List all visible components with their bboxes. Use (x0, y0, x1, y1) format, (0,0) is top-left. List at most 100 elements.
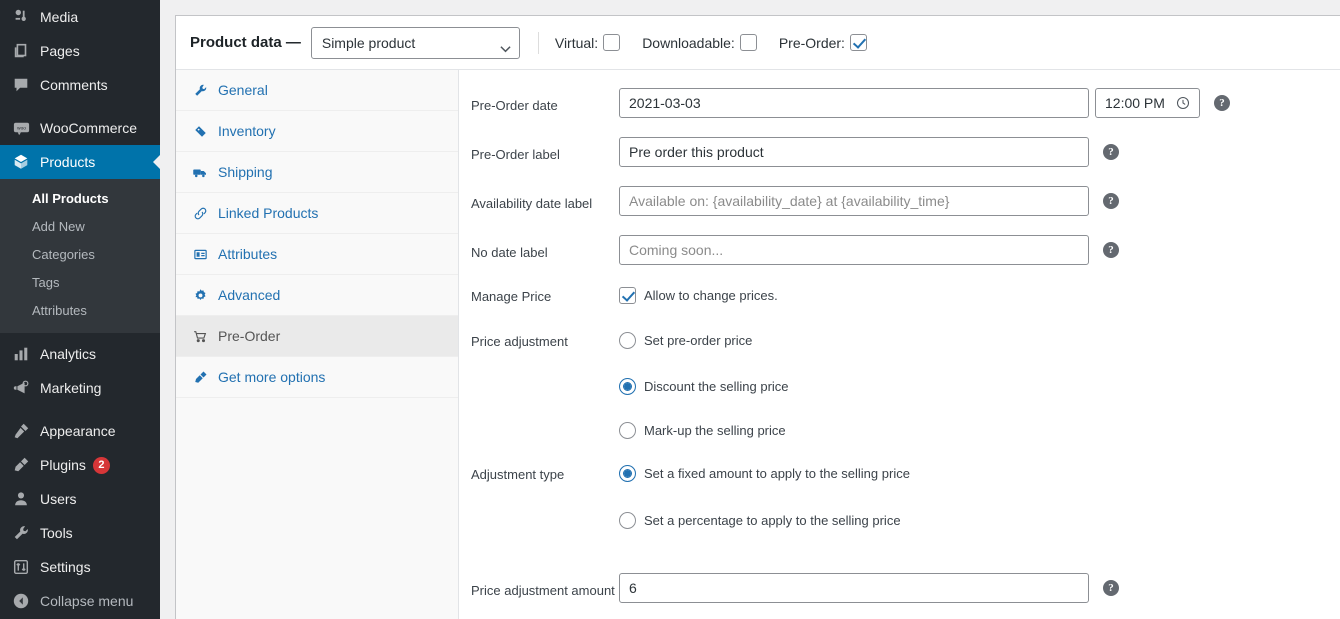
preorder-label-help-icon[interactable]: ? (1103, 144, 1119, 160)
tab-attributes[interactable]: Attributes (176, 234, 458, 275)
availability-date-label-input[interactable]: Available on: {availability_date} at {av… (619, 186, 1089, 216)
field-preorder-date: Pre-Order date 2021-03-03 12:00 PM ? (459, 88, 1340, 118)
radio-label: Set a percentage to apply to the selling… (644, 513, 901, 528)
collapse-icon (11, 591, 31, 611)
sidebar-item-categories[interactable]: Categories (0, 241, 160, 269)
wrench-icon (191, 81, 209, 99)
preorder-checkbox[interactable] (849, 34, 867, 51)
sidebar-item-collapse-menu[interactable]: Collapse menu (0, 584, 160, 618)
adjustment-type-option-percentage[interactable]: Set a percentage to apply to the selling… (619, 512, 901, 529)
radio-set-preorder-price[interactable] (619, 332, 636, 349)
chevron-down-icon (500, 40, 511, 52)
tab-inventory[interactable]: Inventory (176, 111, 458, 152)
no-date-label-input[interactable]: Coming soon... (619, 235, 1089, 265)
availability-date-label-help-icon[interactable]: ? (1103, 193, 1119, 209)
woocommerce-icon: woo (11, 118, 31, 138)
product-data-tabs: General Inventory Shipping Linked Produc… (176, 70, 459, 619)
tab-pre-order[interactable]: Pre-Order (176, 316, 458, 357)
preorder-label-input[interactable]: Pre order this product (619, 137, 1089, 167)
manage-price-checkbox-label: Allow to change prices. (644, 288, 778, 303)
sidebar-item-users[interactable]: Users (0, 482, 160, 516)
tab-get-more-options[interactable]: Get more options (176, 357, 458, 398)
sidebar-item-media[interactable]: Media (0, 0, 160, 34)
sidebar-item-attributes[interactable]: Attributes (0, 297, 160, 325)
preorder-time-value: 12:00 PM (1105, 95, 1165, 111)
price-adjustment-option-markup[interactable]: Mark-up the selling price (619, 422, 786, 439)
field-adjustment-type: Adjustment type Set a fixed amount to ap… (459, 465, 1340, 484)
virtual-toggle[interactable]: Virtual: (555, 34, 621, 51)
radio-percentage[interactable] (619, 512, 636, 529)
field-no-date-label: No date label Coming soon... ? (459, 235, 1340, 265)
sidebar-item-marketing[interactable]: Marketing (0, 371, 160, 405)
preorder-date-input[interactable]: 2021-03-03 (619, 88, 1089, 118)
gear-icon (191, 286, 209, 304)
preorder-label: Pre-Order: (778, 34, 845, 51)
virtual-checkbox[interactable] (603, 34, 621, 51)
sidebar-divider (0, 405, 160, 414)
clock-icon (1176, 96, 1190, 110)
manage-price-option[interactable]: Allow to change prices. (619, 287, 778, 304)
sidebar-item-all-products[interactable]: All Products (0, 185, 160, 213)
radio-discount-selling-price[interactable] (619, 378, 636, 395)
downloadable-toggle[interactable]: Downloadable: (642, 34, 757, 51)
sidebar-item-comments[interactable]: Comments (0, 68, 160, 102)
price-adjustment-option-set-price[interactable]: Set pre-order price (619, 332, 752, 349)
plugins-update-badge: 2 (92, 456, 110, 474)
sidebar-item-label: Collapse menu (40, 593, 134, 609)
preorder-date-help-icon[interactable]: ? (1214, 95, 1230, 111)
admin-screen: Media Pages Comments woo WooCommerce Pro… (0, 0, 1340, 619)
field-manage-price: Manage Price Allow to change prices. (459, 287, 1340, 306)
admin-sidebar: Media Pages Comments woo WooCommerce Pro… (0, 0, 160, 619)
truck-icon (191, 163, 209, 181)
list-icon (191, 245, 209, 263)
sidebar-item-label: Comments (40, 77, 108, 93)
field-label: Pre-Order date (471, 98, 558, 113)
adjustment-type-option-fixed[interactable]: Set a fixed amount to apply to the selli… (619, 465, 910, 482)
product-type-value: Simple product (321, 34, 416, 51)
field-label-spacer (471, 512, 619, 521)
price-adjustment-amount-input[interactable]: 6 (619, 573, 1089, 603)
sidebar-item-woocommerce[interactable]: woo WooCommerce (0, 111, 160, 145)
tab-linked-products[interactable]: Linked Products (176, 193, 458, 234)
sidebar-item-settings[interactable]: Settings (0, 550, 160, 584)
tab-label: General (218, 82, 268, 98)
price-adjustment-option-discount[interactable]: Discount the selling price (619, 378, 789, 395)
sidebar-item-analytics[interactable]: Analytics (0, 337, 160, 371)
page-title: Product data — (190, 34, 301, 51)
product-type-select[interactable]: Simple product (310, 26, 520, 59)
product-data-panel: Product data — Simple product Virtual: D… (175, 15, 1340, 619)
tab-general[interactable]: General (176, 70, 458, 111)
no-date-label-help-icon[interactable]: ? (1103, 242, 1119, 258)
sidebar-item-plugins[interactable]: Plugins 2 (0, 448, 160, 482)
radio-fixed-amount[interactable] (619, 465, 636, 482)
tab-shipping[interactable]: Shipping (176, 152, 458, 193)
price-adjustment-amount-help-icon[interactable]: ? (1103, 580, 1119, 596)
field-label-spacer (471, 422, 619, 431)
radio-markup-selling-price[interactable] (619, 422, 636, 439)
sidebar-item-label: Marketing (40, 380, 102, 396)
sidebar-item-appearance[interactable]: Appearance (0, 414, 160, 448)
product-data-header: Product data — Simple product Virtual: D… (176, 16, 1340, 70)
preorder-toggle[interactable]: Pre-Order: (779, 34, 867, 51)
product-data-body: General Inventory Shipping Linked Produc… (176, 70, 1340, 619)
tab-label: Inventory (218, 123, 276, 139)
manage-price-checkbox[interactable] (619, 287, 636, 304)
sidebar-item-tags[interactable]: Tags (0, 269, 160, 297)
downloadable-checkbox[interactable] (739, 34, 757, 51)
pages-icon (11, 41, 31, 61)
sidebar-item-tools[interactable]: Tools (0, 516, 160, 550)
plugin-icon (191, 368, 209, 386)
field-label-spacer (471, 378, 619, 387)
sidebar-item-label: Appearance (40, 423, 116, 439)
plugins-icon (11, 455, 31, 475)
field-preorder-label: Pre-Order label Pre order this product ? (459, 137, 1340, 167)
tab-advanced[interactable]: Advanced (176, 275, 458, 316)
sidebar-item-pages[interactable]: Pages (0, 34, 160, 68)
preorder-time-input[interactable]: 12:00 PM (1095, 88, 1200, 118)
comments-icon (11, 75, 31, 95)
tab-label: Shipping (218, 164, 273, 180)
tools-icon (11, 523, 31, 543)
sidebar-item-add-new[interactable]: Add New (0, 213, 160, 241)
sidebar-item-products[interactable]: Products (0, 145, 160, 179)
field-price-adjustment-amount: Price adjustment amount 6 ? (459, 573, 1340, 603)
